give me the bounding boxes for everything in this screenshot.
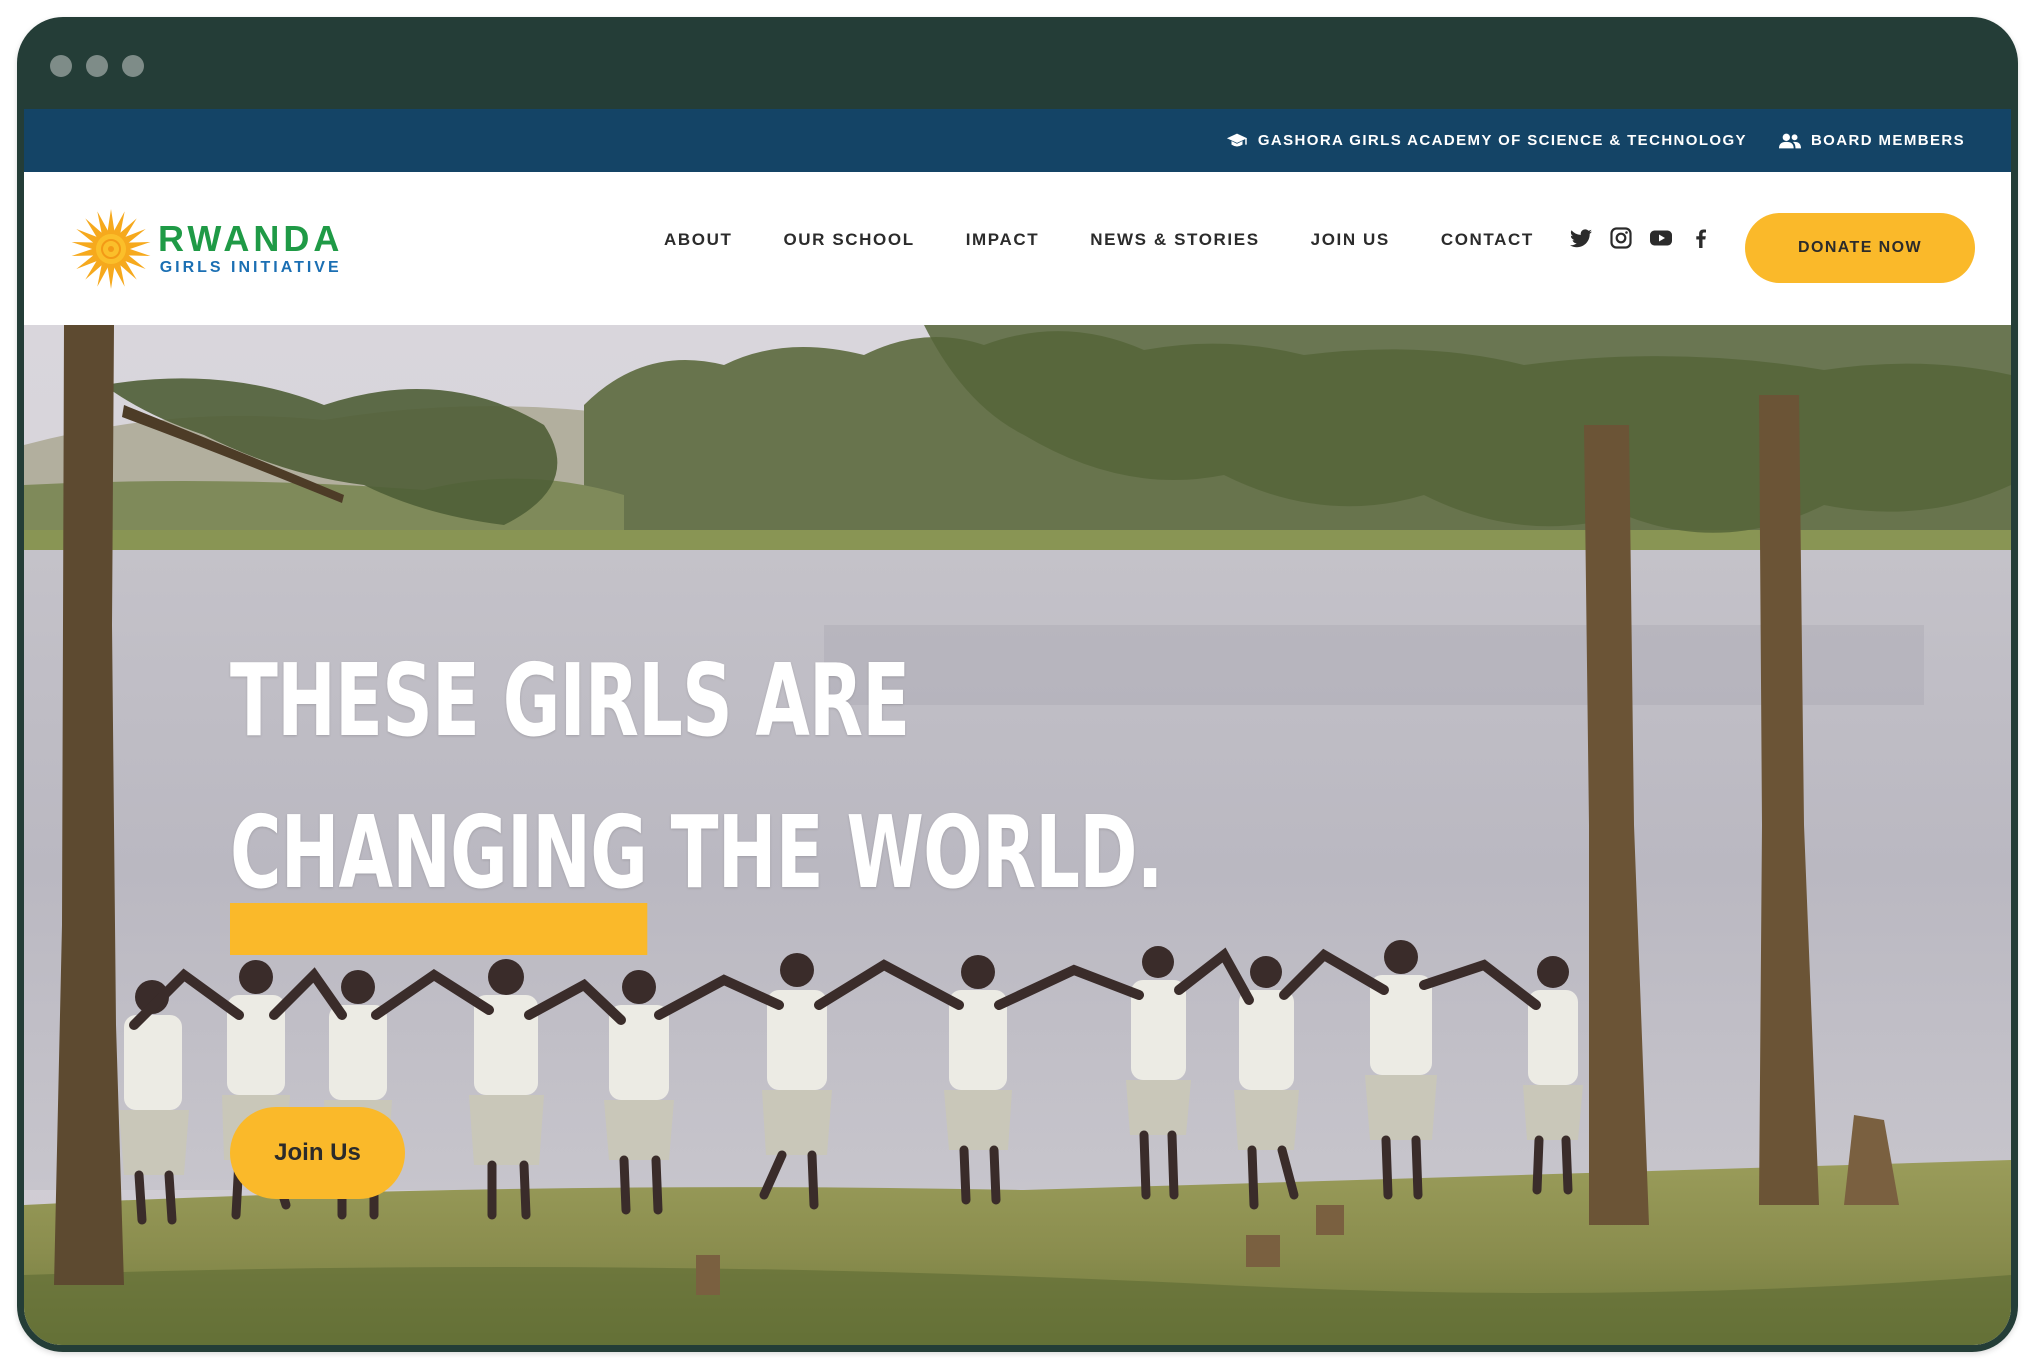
headline-line2-rest: THE WORLD. xyxy=(647,794,1164,911)
headline-highlight: CHANGING xyxy=(230,777,648,955)
logo-title: RWANDA xyxy=(158,218,344,259)
nav-item-about[interactable]: ABOUT xyxy=(664,230,732,250)
academy-link[interactable]: GASHORA GIRLS ACADEMY OF SCIENCE & TECHN… xyxy=(1226,131,1747,151)
main-nav: ABOUT OUR SCHOOL IMPACT NEWS & STORIES J… xyxy=(664,230,1534,250)
board-members-link[interactable]: BOARD MEMBERS xyxy=(1778,131,1965,151)
donate-now-button[interactable]: DONATE NOW xyxy=(1745,213,1975,283)
hero-headline-line1: THESE GIRLS ARE xyxy=(230,642,910,759)
board-members-label: BOARD MEMBERS xyxy=(1810,132,1965,149)
utility-bar: GASHORA GIRLS ACADEMY OF SCIENCE & TECHN… xyxy=(24,109,2011,172)
window-dot-minimize[interactable] xyxy=(86,55,108,77)
academy-link-label: GASHORA GIRLS ACADEMY OF SCIENCE & TECHN… xyxy=(1257,132,1747,149)
twitter-icon[interactable] xyxy=(1569,226,1593,250)
hero-headline-line2: CHANGING THE WORLD. xyxy=(230,777,1164,955)
join-us-button[interactable]: Join Us xyxy=(230,1107,405,1199)
nav-item-our-school[interactable]: OUR SCHOOL xyxy=(783,230,914,250)
site-header: RWANDA GIRLS INITIATIVE ABOUT OUR SCHOOL… xyxy=(24,172,2011,325)
social-links xyxy=(1569,226,1713,250)
nav-item-join-us[interactable]: JOIN US xyxy=(1311,230,1390,250)
logo-subtitle: GIRLS INITIATIVE xyxy=(159,259,342,276)
instagram-icon[interactable] xyxy=(1609,226,1633,250)
nav-item-impact[interactable]: IMPACT xyxy=(966,230,1040,250)
sun-logo-icon xyxy=(71,209,151,289)
youtube-icon[interactable] xyxy=(1649,226,1673,250)
window-dot-maximize[interactable] xyxy=(122,55,144,77)
users-icon xyxy=(1778,133,1801,148)
page-viewport: GASHORA GIRLS ACADEMY OF SCIENCE & TECHN… xyxy=(24,109,2011,1345)
window-dot-close[interactable] xyxy=(50,55,72,77)
site-logo[interactable]: RWANDA GIRLS INITIATIVE xyxy=(70,208,343,290)
headline-highlight-word: CHANGING xyxy=(230,794,648,911)
window-controls xyxy=(50,55,144,77)
facebook-icon[interactable] xyxy=(1689,226,1713,250)
hero-section: THESE GIRLS ARE CHANGING THE WORLD. Join… xyxy=(24,325,2011,1345)
browser-window: GASHORA GIRLS ACADEMY OF SCIENCE & TECHN… xyxy=(17,17,2018,1352)
graduation-cap-icon xyxy=(1226,133,1247,146)
nav-item-contact[interactable]: CONTACT xyxy=(1441,230,1534,250)
hero-headline: THESE GIRLS ARE CHANGING THE WORLD. xyxy=(230,625,1164,955)
nav-item-news-stories[interactable]: NEWS & STORIES xyxy=(1090,230,1259,250)
